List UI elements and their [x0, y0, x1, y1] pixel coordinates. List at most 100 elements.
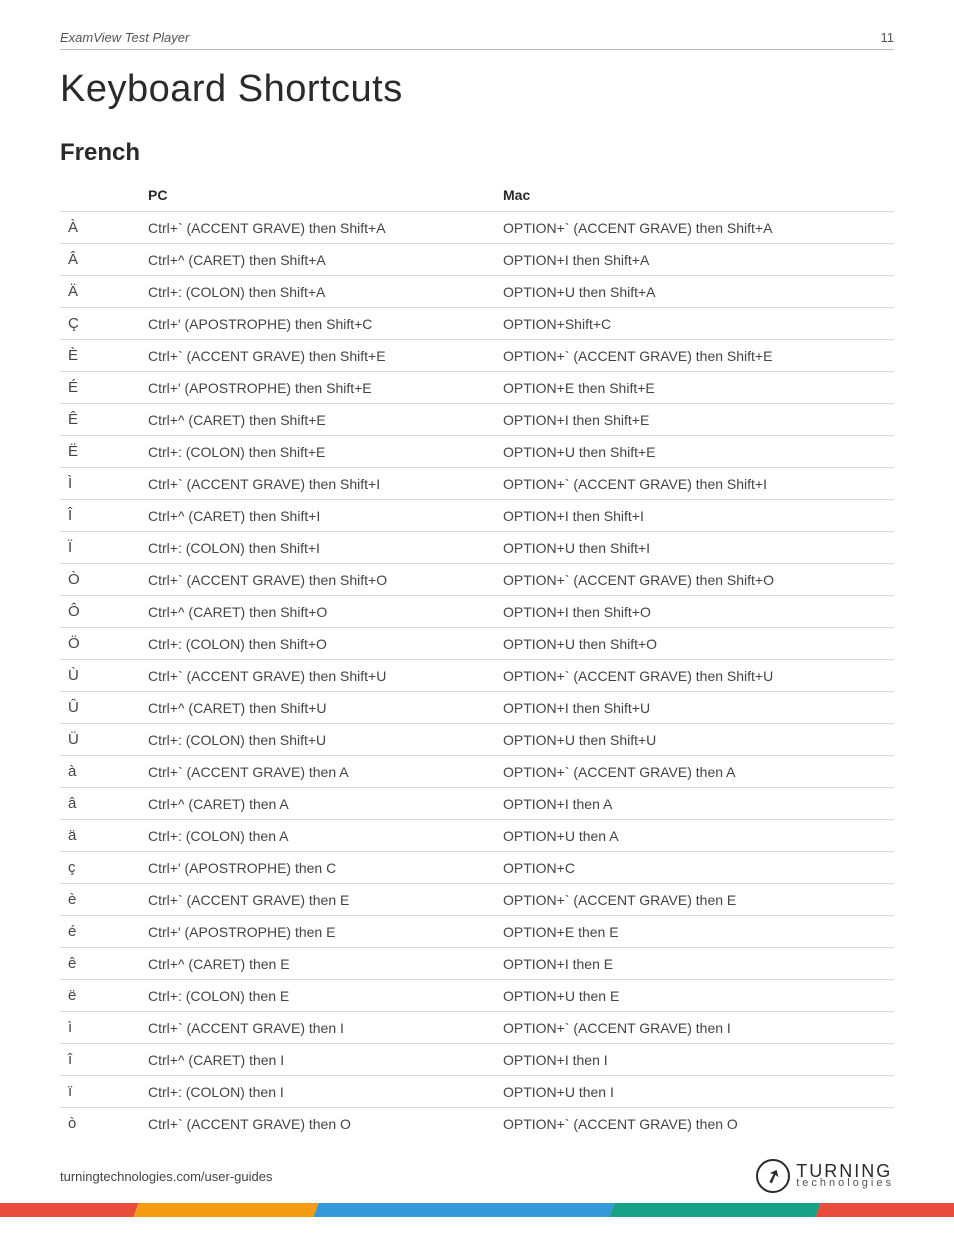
pc-cell: Ctrl+^ (CARET) then E [140, 948, 495, 980]
char-cell: â [60, 788, 140, 820]
page-footer: turningtechnologies.com/user-guides ➚ TU… [60, 1159, 894, 1193]
char-cell: ì [60, 1012, 140, 1044]
logo-bottom: technologies [796, 1179, 894, 1189]
pc-cell: Ctrl+: (COLON) then A [140, 820, 495, 852]
pc-cell: Ctrl+: (COLON) then Shift+U [140, 724, 495, 756]
table-row: àCtrl+` (ACCENT GRAVE) then AOPTION+` (A… [60, 756, 894, 788]
mac-cell: OPTION+` (ACCENT GRAVE) then Shift+U [495, 660, 894, 692]
arrow-icon: ➚ [763, 1164, 784, 1189]
pc-cell: Ctrl+' (APOSTROPHE) then E [140, 916, 495, 948]
char-cell: è [60, 884, 140, 916]
pc-cell: Ctrl+^ (CARET) then Shift+I [140, 500, 495, 532]
char-cell: Ô [60, 596, 140, 628]
bar-segment [610, 1203, 821, 1217]
mac-cell: OPTION+U then Shift+E [495, 436, 894, 468]
pc-cell: Ctrl+` (ACCENT GRAVE) then I [140, 1012, 495, 1044]
char-cell: Ê [60, 404, 140, 436]
bar-segment [816, 1203, 954, 1217]
char-cell: ç [60, 852, 140, 884]
footer-link[interactable]: turningtechnologies.com/user-guides [60, 1169, 272, 1184]
char-cell: È [60, 340, 140, 372]
mac-cell: OPTION+I then Shift+A [495, 244, 894, 276]
mac-cell: OPTION+` (ACCENT GRAVE) then Shift+A [495, 212, 894, 244]
pc-cell: Ctrl+^ (CARET) then Shift+E [140, 404, 495, 436]
document-page: ExamView Test Player 11 Keyboard Shortcu… [0, 0, 954, 1235]
mac-cell: OPTION+` (ACCENT GRAVE) then Shift+O [495, 564, 894, 596]
mac-cell: OPTION+` (ACCENT GRAVE) then O [495, 1108, 894, 1140]
product-name: ExamView Test Player [60, 30, 189, 45]
char-cell: ä [60, 820, 140, 852]
mac-cell: OPTION+` (ACCENT GRAVE) then Shift+I [495, 468, 894, 500]
char-cell: À [60, 212, 140, 244]
char-cell: ï [60, 1076, 140, 1108]
char-cell: Ï [60, 532, 140, 564]
table-row: ÜCtrl+: (COLON) then Shift+UOPTION+U the… [60, 724, 894, 756]
mac-cell: OPTION+I then Shift+U [495, 692, 894, 724]
col-header-pc: PC [140, 181, 495, 212]
logo-icon: ➚ [756, 1159, 790, 1193]
pc-cell: Ctrl+: (COLON) then I [140, 1076, 495, 1108]
mac-cell: OPTION+U then Shift+A [495, 276, 894, 308]
mac-cell: OPTION+Shift+C [495, 308, 894, 340]
char-cell: Î [60, 500, 140, 532]
bar-segment [133, 1203, 318, 1217]
decorative-bar [0, 1203, 954, 1217]
char-cell: î [60, 1044, 140, 1076]
char-cell: Ö [60, 628, 140, 660]
pc-cell: Ctrl+` (ACCENT GRAVE) then Shift+U [140, 660, 495, 692]
pc-cell: Ctrl+` (ACCENT GRAVE) then E [140, 884, 495, 916]
char-cell: ò [60, 1108, 140, 1140]
table-row: ëCtrl+: (COLON) then EOPTION+U then E [60, 980, 894, 1012]
table-row: ÙCtrl+` (ACCENT GRAVE) then Shift+UOPTIO… [60, 660, 894, 692]
pc-cell: Ctrl+' (APOSTROPHE) then C [140, 852, 495, 884]
table-row: ÈCtrl+` (ACCENT GRAVE) then Shift+EOPTIO… [60, 340, 894, 372]
page-title: Keyboard Shortcuts [60, 68, 894, 111]
table-row: êCtrl+^ (CARET) then EOPTION+I then E [60, 948, 894, 980]
col-header-mac: Mac [495, 181, 894, 212]
bar-segment [313, 1203, 614, 1217]
char-cell: Ç [60, 308, 140, 340]
char-cell: à [60, 756, 140, 788]
char-cell: É [60, 372, 140, 404]
pc-cell: Ctrl+: (COLON) then E [140, 980, 495, 1012]
mac-cell: OPTION+I then A [495, 788, 894, 820]
char-cell: Ò [60, 564, 140, 596]
mac-cell: OPTION+I then Shift+O [495, 596, 894, 628]
table-row: éCtrl+' (APOSTROPHE) then EOPTION+E then… [60, 916, 894, 948]
pc-cell: Ctrl+' (APOSTROPHE) then Shift+C [140, 308, 495, 340]
table-row: ËCtrl+: (COLON) then Shift+EOPTION+U the… [60, 436, 894, 468]
bar-segment [0, 1203, 138, 1217]
pc-cell: Ctrl+: (COLON) then Shift+E [140, 436, 495, 468]
table-row: ÂCtrl+^ (CARET) then Shift+AOPTION+I the… [60, 244, 894, 276]
mac-cell: OPTION+` (ACCENT GRAVE) then A [495, 756, 894, 788]
table-row: ÊCtrl+^ (CARET) then Shift+EOPTION+I the… [60, 404, 894, 436]
pc-cell: Ctrl+` (ACCENT GRAVE) then Shift+O [140, 564, 495, 596]
pc-cell: Ctrl+: (COLON) then Shift+A [140, 276, 495, 308]
table-row: ÌCtrl+` (ACCENT GRAVE) then Shift+IOPTIO… [60, 468, 894, 500]
table-row: ÉCtrl+' (APOSTROPHE) then Shift+EOPTION+… [60, 372, 894, 404]
mac-cell: OPTION+U then Shift+O [495, 628, 894, 660]
char-cell: Ü [60, 724, 140, 756]
char-cell: ê [60, 948, 140, 980]
pc-cell: Ctrl+: (COLON) then Shift+I [140, 532, 495, 564]
page-header: ExamView Test Player 11 [60, 30, 894, 50]
mac-cell: OPTION+U then E [495, 980, 894, 1012]
pc-cell: Ctrl+^ (CARET) then Shift+O [140, 596, 495, 628]
col-header-char [60, 181, 140, 212]
mac-cell: OPTION+` (ACCENT GRAVE) then E [495, 884, 894, 916]
mac-cell: OPTION+E then Shift+E [495, 372, 894, 404]
table-row: òCtrl+` (ACCENT GRAVE) then OOPTION+` (A… [60, 1108, 894, 1140]
table-row: âCtrl+^ (CARET) then AOPTION+I then A [60, 788, 894, 820]
char-cell: Ë [60, 436, 140, 468]
shortcuts-table: PC Mac ÀCtrl+` (ACCENT GRAVE) then Shift… [60, 181, 894, 1139]
table-row: èCtrl+` (ACCENT GRAVE) then EOPTION+` (A… [60, 884, 894, 916]
pc-cell: Ctrl+` (ACCENT GRAVE) then Shift+A [140, 212, 495, 244]
pc-cell: Ctrl+` (ACCENT GRAVE) then Shift+I [140, 468, 495, 500]
table-header-row: PC Mac [60, 181, 894, 212]
logo-text: TURNING technologies [796, 1163, 894, 1189]
mac-cell: OPTION+I then Shift+I [495, 500, 894, 532]
mac-cell: OPTION+U then A [495, 820, 894, 852]
brand-logo: ➚ TURNING technologies [756, 1159, 894, 1193]
pc-cell: Ctrl+^ (CARET) then Shift+A [140, 244, 495, 276]
table-row: ÄCtrl+: (COLON) then Shift+AOPTION+U the… [60, 276, 894, 308]
